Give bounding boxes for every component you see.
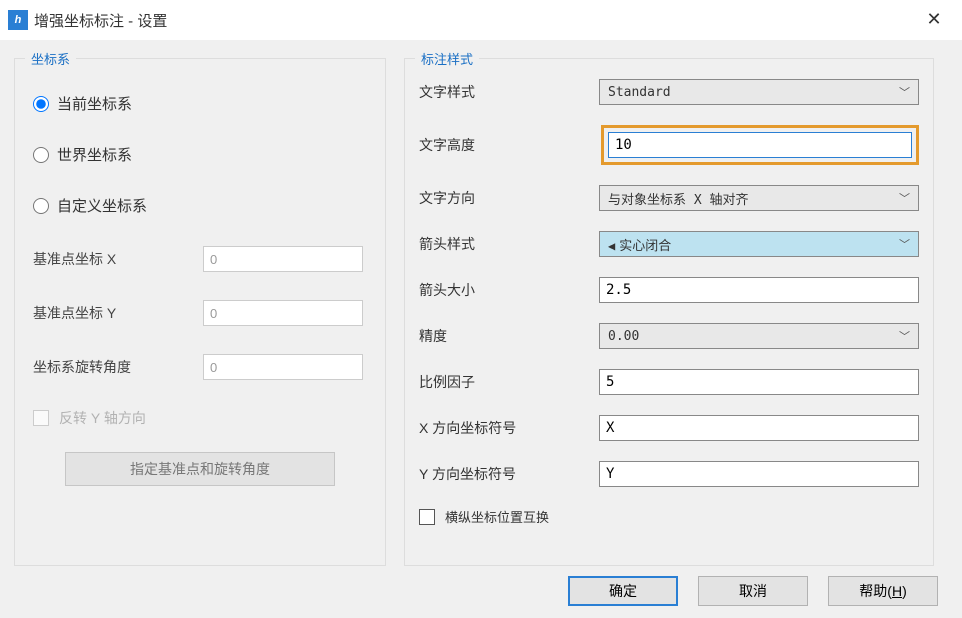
scale-row: 比例因子 bbox=[419, 369, 919, 395]
chevron-down-icon: ﹀ bbox=[899, 328, 910, 344]
radio-world-cs[interactable]: 世界坐标系 bbox=[33, 144, 371, 165]
precision-select[interactable]: 0.00 ﹀ bbox=[599, 323, 919, 349]
swap-xy-label: 横纵坐标位置互换 bbox=[445, 507, 549, 526]
text-direction-value: 与对象坐标系 X 轴对齐 bbox=[608, 189, 748, 208]
basepoint-y-input[interactable] bbox=[203, 300, 363, 326]
flip-y-row[interactable]: 反转 Y 轴方向 bbox=[33, 408, 371, 428]
dialog-buttons: 确定 取消 帮助(H) bbox=[0, 576, 962, 616]
arrow-size-label: 箭头大小 bbox=[419, 280, 599, 300]
flip-y-label: 反转 Y 轴方向 bbox=[59, 408, 146, 428]
x-symbol-input[interactable] bbox=[599, 415, 919, 441]
coord-system-legend: 坐标系 bbox=[25, 49, 76, 68]
text-style-label: 文字样式 bbox=[419, 82, 599, 102]
radio-world-cs-input[interactable] bbox=[33, 147, 49, 163]
radio-current-cs-input[interactable] bbox=[33, 96, 49, 112]
basepoint-y-label: 基准点坐标 Y bbox=[33, 303, 203, 323]
x-symbol-label: X 方向坐标符号 bbox=[419, 418, 599, 438]
text-height-input[interactable] bbox=[608, 132, 912, 158]
scale-label: 比例因子 bbox=[419, 372, 599, 392]
arrow-size-input[interactable] bbox=[599, 277, 919, 303]
radio-custom-cs-label: 自定义坐标系 bbox=[57, 195, 147, 216]
precision-label: 精度 bbox=[419, 326, 599, 346]
arrow-icon: ◀ bbox=[608, 239, 615, 253]
rotation-row: 坐标系旋转角度 bbox=[33, 354, 371, 380]
close-icon[interactable]: ✕ bbox=[914, 5, 954, 35]
ok-button[interactable]: 确定 bbox=[568, 576, 678, 606]
rotation-label: 坐标系旋转角度 bbox=[33, 357, 203, 377]
chevron-down-icon: ﹀ bbox=[899, 190, 910, 206]
radio-current-cs[interactable]: 当前坐标系 bbox=[33, 93, 371, 114]
swap-xy-checkbox[interactable] bbox=[419, 509, 435, 525]
text-style-row: 文字样式 Standard ﹀ bbox=[419, 79, 919, 105]
scale-input[interactable] bbox=[599, 369, 919, 395]
app-icon: h bbox=[8, 10, 28, 30]
annotation-style-legend: 标注样式 bbox=[415, 49, 479, 68]
flip-y-checkbox[interactable] bbox=[33, 410, 49, 426]
chevron-down-icon: ﹀ bbox=[899, 84, 910, 100]
window-title: 增强坐标标注 - 设置 bbox=[34, 10, 914, 31]
radio-current-cs-label: 当前坐标系 bbox=[57, 93, 132, 114]
precision-row: 精度 0.00 ﹀ bbox=[419, 323, 919, 349]
arrow-style-row: 箭头样式 ◀实心闭合 ﹀ bbox=[419, 231, 919, 257]
basepoint-x-label: 基准点坐标 X bbox=[33, 249, 203, 269]
dialog-body: 坐标系 当前坐标系 世界坐标系 自定义坐标系 基准点坐标 X 基准点坐标 Y 坐… bbox=[0, 40, 962, 576]
text-style-value: Standard bbox=[608, 85, 671, 100]
arrow-size-row: 箭头大小 bbox=[419, 277, 919, 303]
basepoint-x-input[interactable] bbox=[203, 246, 363, 272]
text-height-label: 文字高度 bbox=[419, 135, 601, 155]
text-height-row: 文字高度 bbox=[419, 125, 919, 165]
text-direction-row: 文字方向 与对象坐标系 X 轴对齐 ﹀ bbox=[419, 185, 919, 211]
rotation-input[interactable] bbox=[203, 354, 363, 380]
text-height-highlight bbox=[601, 125, 919, 165]
arrow-style-label: 箭头样式 bbox=[419, 234, 599, 254]
help-button[interactable]: 帮助(H) bbox=[828, 576, 938, 606]
annotation-style-group: 标注样式 文字样式 Standard ﹀ 文字高度 文字方向 与对 bbox=[404, 58, 934, 566]
precision-value: 0.00 bbox=[608, 329, 639, 344]
radio-custom-cs[interactable]: 自定义坐标系 bbox=[33, 195, 371, 216]
x-symbol-row: X 方向坐标符号 bbox=[419, 415, 919, 441]
y-symbol-input[interactable] bbox=[599, 461, 919, 487]
swap-xy-row[interactable]: 横纵坐标位置互换 bbox=[419, 507, 919, 526]
text-style-select[interactable]: Standard ﹀ bbox=[599, 79, 919, 105]
chevron-down-icon: ﹀ bbox=[899, 236, 910, 252]
arrow-style-value: ◀实心闭合 bbox=[608, 235, 671, 254]
text-direction-label: 文字方向 bbox=[419, 188, 599, 208]
define-basepoint-button[interactable]: 指定基准点和旋转角度 bbox=[65, 452, 335, 486]
basepoint-y-row: 基准点坐标 Y bbox=[33, 300, 371, 326]
radio-world-cs-label: 世界坐标系 bbox=[57, 144, 132, 165]
y-symbol-label: Y 方向坐标符号 bbox=[419, 464, 599, 484]
coord-system-group: 坐标系 当前坐标系 世界坐标系 自定义坐标系 基准点坐标 X 基准点坐标 Y 坐… bbox=[14, 58, 386, 566]
radio-custom-cs-input[interactable] bbox=[33, 198, 49, 214]
arrow-style-select[interactable]: ◀实心闭合 ﹀ bbox=[599, 231, 919, 257]
text-direction-select[interactable]: 与对象坐标系 X 轴对齐 ﹀ bbox=[599, 185, 919, 211]
cancel-button[interactable]: 取消 bbox=[698, 576, 808, 606]
y-symbol-row: Y 方向坐标符号 bbox=[419, 461, 919, 487]
basepoint-x-row: 基准点坐标 X bbox=[33, 246, 371, 272]
titlebar: h 增强坐标标注 - 设置 ✕ bbox=[0, 0, 962, 40]
